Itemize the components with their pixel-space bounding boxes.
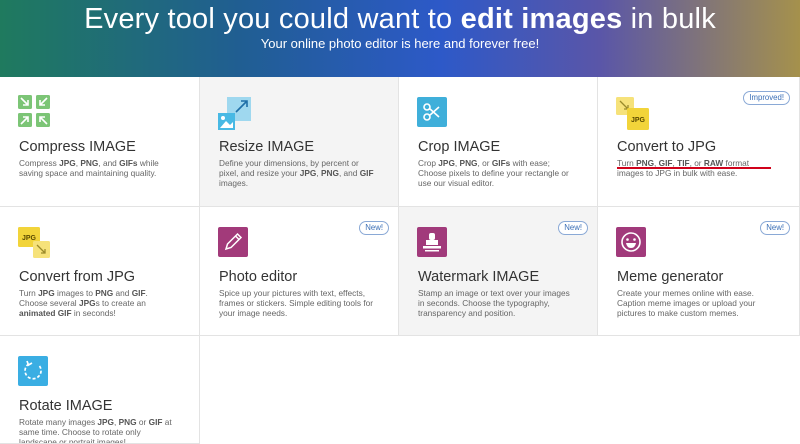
tool-title: Crop IMAGE (418, 139, 501, 155)
tool-description: Stamp an image or text over your images … (418, 288, 570, 319)
tool-card-photo-editor[interactable]: New! Photo editor Spice up your pictures… (200, 207, 399, 336)
tool-title: Compress IMAGE (19, 139, 136, 155)
new-badge: New! (760, 221, 790, 235)
compress-icon (18, 95, 50, 127)
tools-grid: Compress IMAGE Compress JPG, PNG, and GI… (0, 77, 800, 444)
tool-description: Turn JPG images to PNG and GIF. Choose s… (19, 288, 148, 319)
scissors-icon (417, 97, 447, 127)
tool-description: Spice up your pictures with text, effect… (219, 288, 374, 319)
tool-title: Watermark IMAGE (418, 269, 540, 285)
tool-description: Compress JPG, PNG, and GIFs while saving… (19, 158, 159, 179)
red-underline-annotation (617, 167, 771, 169)
improved-badge: Improved! (743, 91, 790, 105)
tool-description: Define your dimensions, by percent or pi… (219, 158, 374, 189)
tool-card-meme-generator[interactable]: New! Meme generator Create your memes on… (598, 207, 800, 336)
hero-subtitle: Your online photo editor is here and for… (260, 36, 540, 51)
tool-title: Photo editor (219, 269, 298, 285)
smiley-icon (616, 227, 646, 257)
convert-from-jpg-icon: JPG (18, 227, 50, 258)
hero-banner: Every tool you could want to edit images… (0, 0, 800, 77)
tool-card-resize[interactable]: Resize IMAGE Define your dimensions, by … (200, 77, 399, 207)
new-badge: New! (558, 221, 588, 235)
tool-card-rotate[interactable]: Rotate IMAGE Rotate many images JPG, PNG… (0, 336, 200, 444)
tool-title: Meme generator (617, 269, 724, 285)
tool-title: Resize IMAGE (219, 139, 315, 155)
tool-description: Create your memes online with ease. Capt… (617, 288, 756, 319)
pencil-icon (218, 227, 248, 257)
tool-description: Rotate many images JPG, PNG or GIF at sa… (19, 417, 172, 444)
tool-description: Crop JPG, PNG, or GIFs with ease; Choose… (418, 158, 569, 189)
stamp-icon (417, 227, 447, 257)
rotate-icon (18, 356, 48, 386)
convert-to-jpg-icon: JPG (616, 97, 649, 130)
svg-text:JPG: JPG (22, 235, 37, 242)
tool-title: Convert to JPG (617, 139, 717, 155)
tool-card-convert-from-jpg[interactable]: JPG Convert from JPG Turn JPG images to … (0, 207, 200, 336)
resize-icon (218, 97, 251, 130)
hero-title: Every tool you could want to edit images… (84, 3, 716, 35)
tool-title: Convert from JPG (19, 269, 136, 285)
tool-title: Rotate IMAGE (19, 398, 113, 414)
svg-text:JPG: JPG (631, 117, 646, 124)
tool-card-convert-to-jpg[interactable]: Improved! JPG Convert to JPG Turn PNG, G… (598, 77, 800, 207)
new-badge: New! (359, 221, 389, 235)
tool-card-compress[interactable]: Compress IMAGE Compress JPG, PNG, and GI… (0, 77, 200, 207)
tool-card-watermark[interactable]: New! Watermark IMAGE Stamp an image or t… (399, 207, 598, 336)
tool-card-crop[interactable]: Crop IMAGE Crop JPG, PNG, or GIFs with e… (399, 77, 598, 207)
